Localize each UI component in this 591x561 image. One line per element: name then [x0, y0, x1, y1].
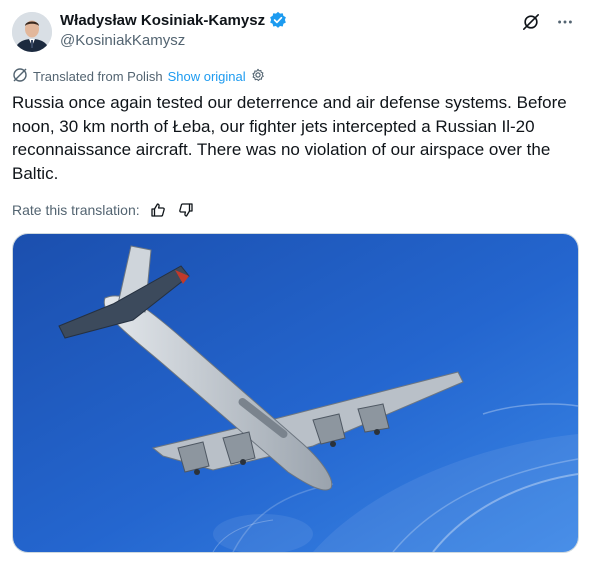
thumbs-down-icon[interactable] — [176, 200, 196, 220]
tweet-photo[interactable] — [12, 233, 579, 553]
verified-badge-icon — [269, 11, 287, 29]
author-name[interactable]: Władysław Kosiniak-Kamysz — [60, 12, 265, 29]
translation-label: Translated from Polish — [33, 69, 163, 84]
rate-translation-label: Rate this translation: — [12, 202, 140, 218]
person-avatar-icon — [12, 12, 52, 52]
tweet-text: Russia once again tested our deterrence … — [12, 93, 567, 183]
avatar[interactable] — [12, 12, 52, 52]
rate-translation-row: Rate this translation: — [12, 200, 196, 220]
aircraft-photo — [13, 234, 578, 552]
show-original-link[interactable]: Show original — [168, 69, 246, 84]
translation-notice: Translated from Polish Show original — [12, 67, 265, 86]
author-handle[interactable]: @KosiniakKamysz — [60, 32, 185, 49]
translation-settings-gear-icon[interactable] — [251, 68, 265, 85]
more-options-icon[interactable] — [555, 12, 575, 32]
thumbs-up-icon[interactable] — [148, 200, 168, 220]
grok-icon[interactable] — [521, 12, 541, 32]
author-name-row[interactable]: Władysław Kosiniak-Kamysz — [60, 11, 287, 29]
translate-icon — [12, 67, 28, 86]
tweet-top-actions — [521, 12, 575, 32]
